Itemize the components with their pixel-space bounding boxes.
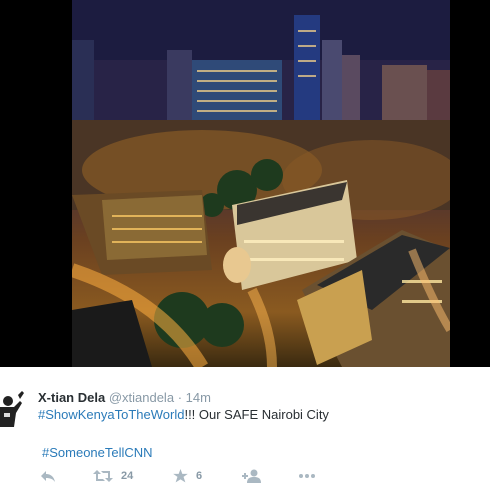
tweet-text-line2: #SomeoneTellCNN [42,445,153,460]
star-icon [173,469,188,483]
separator-dot: · [177,390,183,405]
more-button[interactable] [298,469,316,483]
tweet-header: X-tian Dela @xtiandela · 14m [38,390,211,405]
favorite-button[interactable]: 6 [173,469,202,483]
retweet-icon [93,470,113,482]
media-frame [0,0,490,367]
tweet-actions: 24 6 [0,469,490,487]
hashtag-link-2[interactable]: #SomeoneTellCNN [42,445,153,460]
reply-icon [41,471,55,482]
reply-button[interactable] [40,469,56,483]
tweet-photo[interactable] [72,0,450,367]
tweet-text-rest: !!! Our SAFE Nairobi City [184,407,329,422]
retweet-button[interactable]: 24 [93,469,133,483]
favorite-count: 6 [196,470,203,482]
follow-button[interactable] [242,469,262,483]
hashtag-link[interactable]: #ShowKenyaToTheWorld [38,407,184,422]
timestamp[interactable]: 14m [186,390,211,405]
display-name[interactable]: X-tian Dela [38,390,105,405]
tweet: X-tian Dela @xtiandela · 14m #ShowKenyaT… [0,367,490,490]
tweet-text: #ShowKenyaToTheWorld!!! Our SAFE Nairobi… [38,407,329,422]
add-user-icon [242,469,261,483]
retweet-count: 24 [121,470,134,482]
avatar[interactable] [0,389,24,429]
more-dots-icon [299,474,315,478]
user-handle[interactable]: @xtiandela [109,390,174,405]
